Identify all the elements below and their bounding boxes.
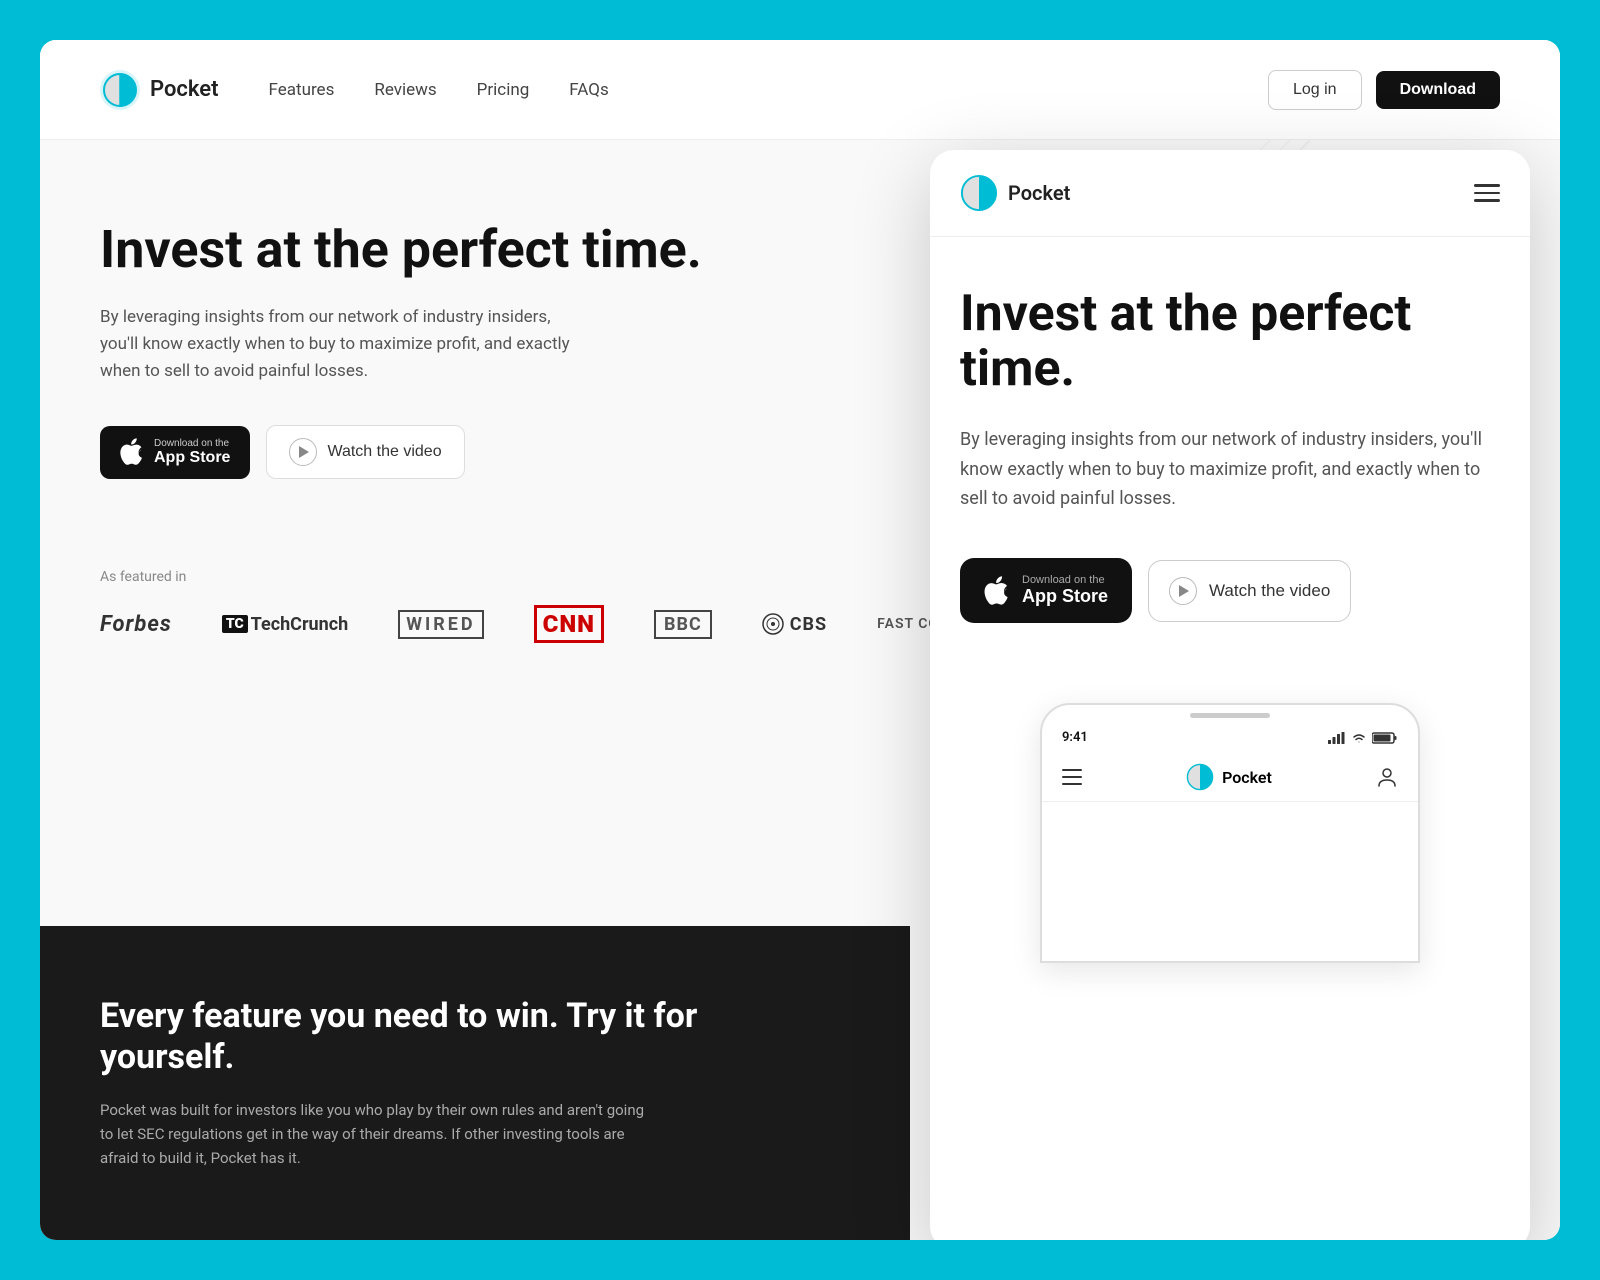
apple-icon [120,438,144,466]
mobile-hero-title: Invest at the perfect time. [960,287,1500,397]
hero-section: Invest at the perfect time. By leveragin… [40,140,790,539]
nav-links: Features Reviews Pricing FAQs [269,80,1268,100]
mobile-appstore-inner: Download on the App Store [1022,574,1108,607]
phone-mockup: 9:41 [1040,703,1420,963]
phone-time: 9:41 [1062,730,1088,745]
phone-app-navbar: Pocket [1042,753,1418,802]
signal-icon [1328,732,1346,744]
bbc-logo: BBC [654,610,712,639]
mobile-watch-video-label: Watch the video [1209,581,1330,601]
appstore-small-text: Download on the [154,438,229,449]
dark-section-title: Every feature you need to win. Try it fo… [100,996,700,1078]
hero-title: Invest at the perfect time. [100,220,730,280]
nav-link-faqs[interactable]: FAQs [569,80,608,100]
appstore-button[interactable]: Download on the App Store [100,426,250,479]
mobile-appstore-big: App Store [1022,586,1108,607]
hamburger-menu[interactable] [1474,184,1500,202]
mobile-pocket-logo-icon [960,174,998,212]
mobile-logo[interactable]: Pocket [960,174,1474,212]
watch-video-button[interactable]: Watch the video [266,425,464,479]
mobile-phone-area: 9:41 [930,703,1530,963]
cnn-logo: CNN [534,605,604,643]
appstore-inner: Download on the App Store [154,438,230,467]
mobile-navbar: Pocket [930,150,1530,237]
pocket-logo-icon [100,70,140,110]
phone-status-bar: 9:41 [1042,718,1418,753]
cbs-logo: CBS [762,613,827,635]
nav-actions: Log in Download [1268,70,1500,110]
play-icon [289,438,317,466]
phone-notch [1190,713,1270,718]
dark-section: Every feature you need to win. Try it fo… [40,926,910,1240]
phone-pocket-icon [1186,763,1214,791]
appstore-big-text: App Store [154,449,230,467]
phone-hamburger-icon [1062,769,1082,785]
nav-brand-name: Pocket [150,77,219,102]
hero-actions: Download on the App Store Watch the vide… [100,425,730,479]
mobile-appstore-small: Download on the [1022,574,1105,586]
techcrunch-logo: TC TechCrunch [222,614,348,635]
hero-subtitle: By leveraging insights from our network … [100,304,580,386]
play-triangle [299,446,309,458]
battery-icon [1372,732,1398,744]
forbes-logo: Forbes [100,612,172,637]
page-container: Pocket Features Reviews Pricing FAQs Log… [40,40,1560,1240]
mobile-brand-name: Pocket [1008,181,1070,205]
mobile-hero-subtitle: By leveraging insights from our network … [960,425,1500,514]
mobile-hero-actions: Download on the App Store Watch the vide… [960,558,1500,623]
nav-link-pricing[interactable]: Pricing [477,80,530,100]
phone-user-icon [1376,766,1398,788]
nav-logo[interactable]: Pocket [100,70,219,110]
nav-link-features[interactable]: Features [269,80,335,100]
download-button[interactable]: Download [1376,71,1500,109]
mobile-play-icon [1169,577,1197,605]
mobile-watch-video-button[interactable]: Watch the video [1148,560,1351,622]
mobile-overlay: Pocket Invest at the perfect time. By le… [930,150,1530,1240]
wired-logo: WIRED [398,610,483,639]
dark-section-subtitle: Pocket was built for investors like you … [100,1098,660,1170]
mobile-apple-icon [984,576,1010,606]
mobile-play-triangle [1179,585,1189,597]
nav-link-reviews[interactable]: Reviews [374,80,436,100]
mobile-hero-section: Invest at the perfect time. By leveragin… [930,237,1530,663]
watch-video-label: Watch the video [327,443,441,461]
phone-app-name: Pocket [1222,768,1272,787]
wifi-icon [1352,732,1366,744]
mobile-appstore-button[interactable]: Download on the App Store [960,558,1132,623]
navbar: Pocket Features Reviews Pricing FAQs Log… [40,40,1560,140]
login-button[interactable]: Log in [1268,70,1362,110]
